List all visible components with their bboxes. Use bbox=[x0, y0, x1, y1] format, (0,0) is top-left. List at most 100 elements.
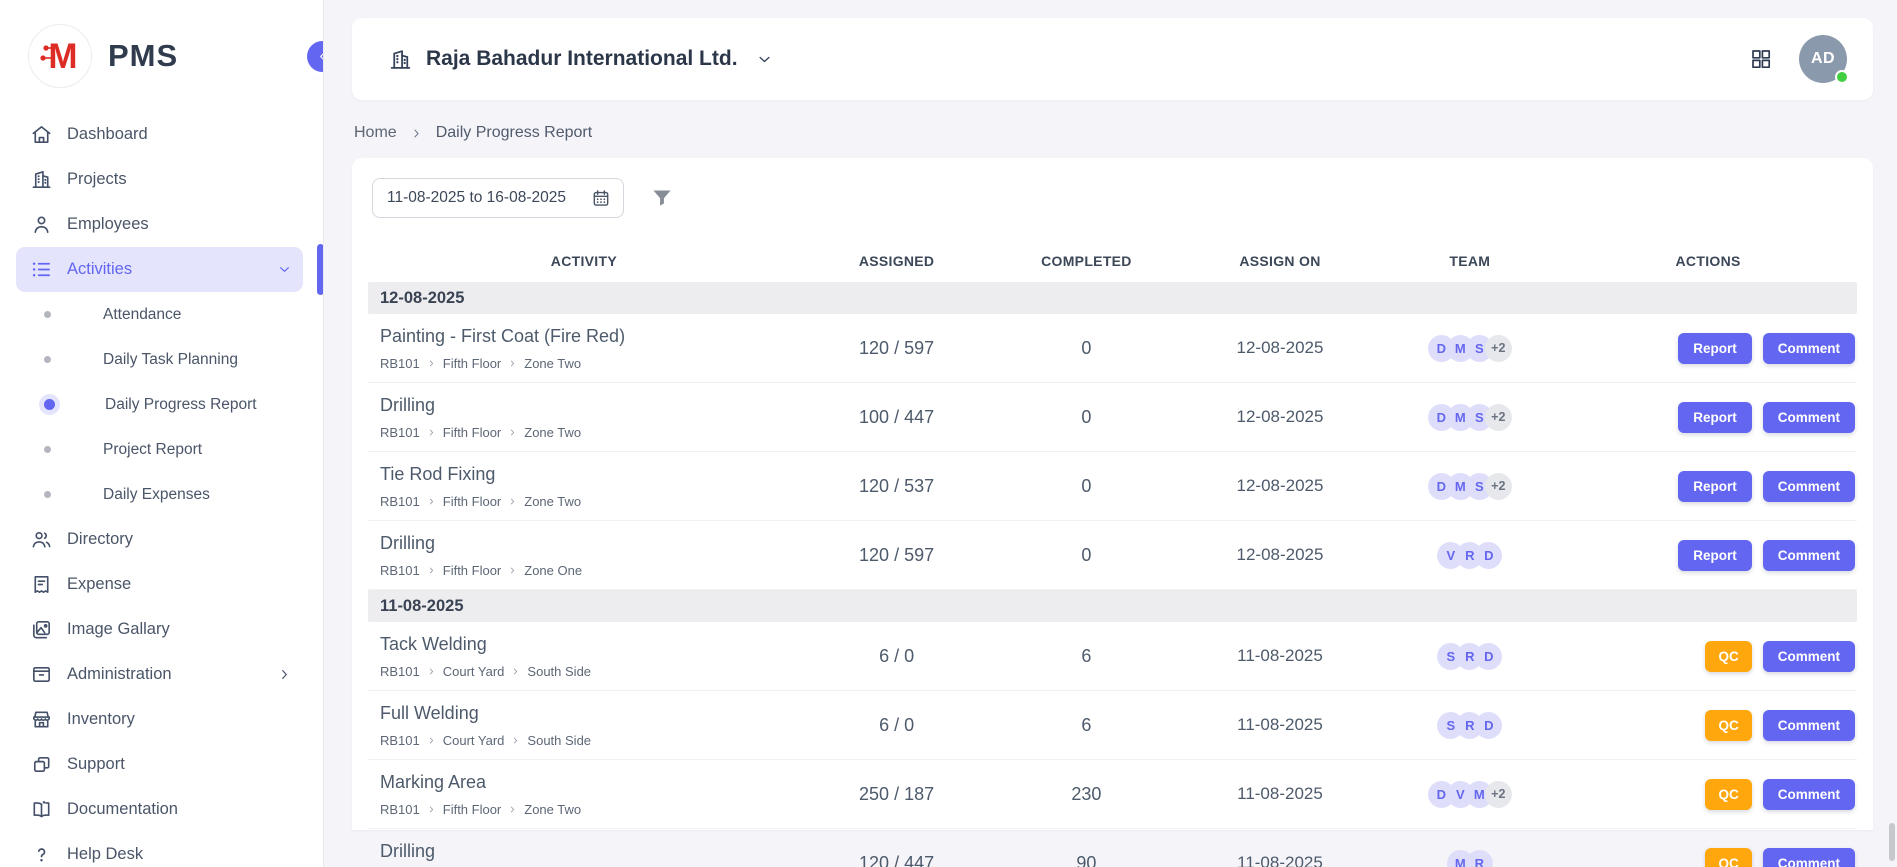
sidebar-item-employees[interactable]: Employees bbox=[16, 202, 303, 247]
team-member-avatar[interactable]: R bbox=[1466, 850, 1493, 867]
help-icon bbox=[30, 843, 53, 866]
team-member-avatar[interactable]: D bbox=[1475, 643, 1502, 670]
team-more-badge[interactable]: +2 bbox=[1485, 781, 1512, 808]
assigned-value: 250 / 187 bbox=[800, 784, 994, 805]
sidebar-item-label: Administration bbox=[67, 665, 276, 684]
sidebar-item-label: Support bbox=[67, 755, 293, 774]
sidebar-item-projects[interactable]: Projects bbox=[16, 157, 303, 202]
breadcrumb-home-link[interactable]: Home bbox=[354, 124, 397, 142]
people-icon bbox=[30, 528, 53, 551]
sidebar-subitem-daily-progress-report[interactable]: Daily Progress Report bbox=[0, 382, 323, 427]
sidebar-item-help-desk[interactable]: Help Desk bbox=[16, 832, 303, 867]
archive-icon bbox=[30, 663, 53, 686]
sidebar-subitem-daily-task-planning[interactable]: Daily Task Planning bbox=[0, 337, 323, 382]
team-avatars: VRD bbox=[1380, 542, 1559, 569]
qc-button[interactable]: QC bbox=[1705, 779, 1751, 810]
sidebar-subitem-attendance[interactable]: Attendance bbox=[0, 292, 323, 337]
comment-button[interactable]: Comment bbox=[1763, 848, 1855, 867]
comment-button[interactable]: Comment bbox=[1763, 710, 1855, 741]
calendar-icon bbox=[591, 188, 611, 208]
company-name: Raja Bahadur International Ltd. bbox=[426, 47, 738, 71]
activity-name: Drilling bbox=[380, 395, 800, 416]
assign-on-date: 11-08-2025 bbox=[1179, 646, 1380, 666]
comment-button[interactable]: Comment bbox=[1763, 333, 1855, 364]
actions-cell: QC Comment bbox=[1559, 641, 1857, 672]
user-avatar[interactable]: AD bbox=[1799, 35, 1847, 83]
store-icon bbox=[30, 708, 53, 731]
online-status-dot bbox=[1835, 70, 1849, 84]
chevron-right-icon bbox=[510, 666, 521, 677]
chevron-right-icon bbox=[426, 358, 437, 369]
column-header-completed: COMPLETED bbox=[993, 253, 1179, 269]
sidebar-item-support[interactable]: Support bbox=[16, 742, 303, 787]
sidebar-item-inventory[interactable]: Inventory bbox=[16, 697, 303, 742]
sidebar-subitem-daily-expenses[interactable]: Daily Expenses bbox=[0, 472, 323, 517]
report-button[interactable]: Report bbox=[1678, 402, 1752, 433]
qc-button[interactable]: QC bbox=[1705, 848, 1751, 867]
sidebar-item-label: Image Gallary bbox=[67, 620, 293, 639]
assigned-value: 120 / 597 bbox=[800, 338, 994, 359]
sidebar-nav: DashboardProjectsEmployees Activities Atte… bbox=[0, 106, 323, 867]
sidebar-item-activities[interactable]: Activities bbox=[16, 247, 303, 292]
qc-button[interactable]: QC bbox=[1705, 641, 1751, 672]
sidebar-item-documentation[interactable]: Documentation bbox=[16, 787, 303, 832]
path-segment: Fifth Floor bbox=[443, 494, 502, 509]
filter-funnel-icon[interactable] bbox=[650, 186, 674, 210]
sidebar-item-dashboard[interactable]: Dashboard bbox=[16, 112, 303, 157]
path-segment: RB101 bbox=[380, 802, 420, 817]
sidebar-item-administration[interactable]: Administration bbox=[16, 652, 303, 697]
bullet-icon bbox=[44, 446, 51, 453]
apps-grid-icon[interactable] bbox=[1749, 47, 1773, 71]
chevron-left-icon bbox=[315, 49, 324, 64]
report-button[interactable]: Report bbox=[1678, 540, 1752, 571]
scrollbar-thumb[interactable] bbox=[1889, 823, 1895, 861]
path-segment: Zone Two bbox=[524, 425, 581, 440]
comment-button[interactable]: Comment bbox=[1763, 779, 1855, 810]
team-more-badge[interactable]: +2 bbox=[1485, 473, 1512, 500]
comment-button[interactable]: Comment bbox=[1763, 641, 1855, 672]
svg-text:M: M bbox=[48, 37, 77, 76]
team-member-avatar[interactable]: D bbox=[1475, 542, 1502, 569]
chevron-right-icon bbox=[507, 804, 518, 815]
table-row: Tie Rod FixingRB101Fifth FloorZone Two12… bbox=[368, 452, 1857, 521]
sidebar-item-label: Inventory bbox=[67, 710, 293, 729]
comment-button[interactable]: Comment bbox=[1763, 471, 1855, 502]
activity-name: Tack Welding bbox=[380, 634, 800, 655]
date-range-input[interactable]: 11-08-2025 to 16-08-2025 bbox=[372, 178, 624, 218]
team-more-badge[interactable]: +2 bbox=[1485, 404, 1512, 431]
completed-value: 6 bbox=[993, 646, 1179, 667]
comment-button[interactable]: Comment bbox=[1763, 540, 1855, 571]
team-avatars: DMS+2 bbox=[1380, 335, 1559, 362]
team-avatars: DMS+2 bbox=[1380, 473, 1559, 500]
logo-m-icon: M bbox=[28, 24, 92, 88]
chevron-right-icon bbox=[426, 427, 437, 438]
comment-button[interactable]: Comment bbox=[1763, 402, 1855, 433]
column-header-team: TEAM bbox=[1380, 253, 1559, 269]
team-avatars: DMS+2 bbox=[1380, 404, 1559, 431]
sidebar-subitem-project-report[interactable]: Project Report bbox=[0, 427, 323, 472]
filter-row: 11-08-2025 to 16-08-2025 bbox=[368, 178, 1857, 218]
report-button[interactable]: Report bbox=[1678, 333, 1752, 364]
sidebar-subitem-label: Daily Expenses bbox=[103, 486, 210, 504]
path-segment: South Side bbox=[527, 733, 591, 748]
activity-cell: DrillingRB101Fifth FloorZone Two bbox=[368, 841, 800, 867]
sidebar-item-label: Activities bbox=[67, 260, 276, 279]
completed-value: 0 bbox=[993, 407, 1179, 428]
activity-location-path: RB101Court YardSouth Side bbox=[380, 664, 800, 679]
team-member-avatar[interactable]: D bbox=[1475, 712, 1502, 739]
activity-location-path: RB101Court YardSouth Side bbox=[380, 733, 800, 748]
table-row: Tack WeldingRB101Court YardSouth Side6 /… bbox=[368, 622, 1857, 691]
path-segment: RB101 bbox=[380, 425, 420, 440]
activity-name: Drilling bbox=[380, 841, 800, 862]
team-more-badge[interactable]: +2 bbox=[1485, 335, 1512, 362]
sidebar-item-directory[interactable]: Directory bbox=[16, 517, 303, 562]
report-button[interactable]: Report bbox=[1678, 471, 1752, 502]
sidebar-item-image-gallary[interactable]: Image Gallary bbox=[16, 607, 303, 652]
actions-cell: Report Comment bbox=[1559, 333, 1857, 364]
company-selector[interactable]: Raja Bahadur International Ltd. bbox=[388, 47, 774, 72]
qc-button[interactable]: QC bbox=[1705, 710, 1751, 741]
path-segment: Zone Two bbox=[524, 494, 581, 509]
app-logo: M PMS bbox=[0, 0, 323, 106]
sidebar-item-expense[interactable]: Expense bbox=[16, 562, 303, 607]
actions-cell: QC Comment bbox=[1559, 710, 1857, 741]
